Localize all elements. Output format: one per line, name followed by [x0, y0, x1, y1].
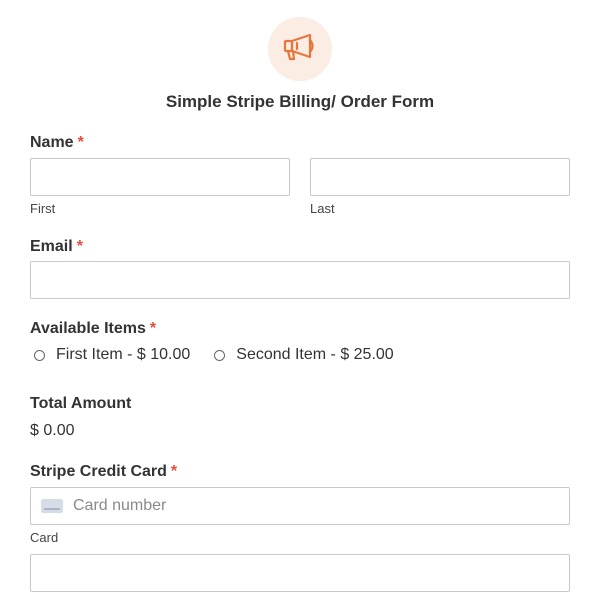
- required-marker: *: [149, 320, 157, 337]
- megaphone-icon: [282, 32, 318, 67]
- first-item-option[interactable]: First Item - $ 10.00: [34, 346, 190, 364]
- first-name-input[interactable]: [30, 158, 290, 196]
- second-item-option[interactable]: Second Item - $ 25.00: [214, 346, 394, 364]
- card-number-input[interactable]: Card number: [30, 487, 570, 525]
- first-item-label: First Item - $ 10.00: [56, 346, 191, 363]
- available-items-radio-group: First Item - $ 10.00 Second Item - $ 25.…: [30, 346, 394, 364]
- email-input[interactable]: [30, 261, 570, 299]
- card-number-placeholder: Card number: [73, 497, 167, 514]
- credit-card-icon: [41, 499, 63, 513]
- name-label: Name *: [30, 134, 84, 152]
- total-amount-label: Total Amount: [30, 395, 132, 412]
- available-items-label-text: Available Items: [30, 320, 146, 337]
- name-label-text: Name: [30, 134, 74, 151]
- first-name-sublabel: First: [30, 201, 56, 216]
- first-item-radio[interactable]: [34, 349, 45, 361]
- email-label-text: Email: [30, 238, 73, 255]
- cardholder-name-input[interactable]: [30, 554, 570, 592]
- total-amount-value: $ 0.00: [30, 422, 75, 439]
- card-sublabel: Card: [30, 530, 59, 545]
- second-item-radio[interactable]: [214, 349, 226, 361]
- required-marker: *: [170, 463, 178, 480]
- available-items-label: Available Items *: [30, 320, 156, 338]
- stripe-card-label-text: Stripe Credit Card: [30, 463, 167, 480]
- required-marker: *: [76, 238, 83, 255]
- required-marker: *: [77, 134, 84, 151]
- form-header-icon-badge: [268, 17, 332, 81]
- stripe-card-label: Stripe Credit Card *: [30, 463, 177, 481]
- second-item-label: Second Item - $ 25.00: [236, 346, 394, 363]
- last-name-input[interactable]: [310, 158, 570, 196]
- last-name-sublabel: Last: [310, 201, 335, 216]
- form-title: Simple Stripe Billing/ Order Form: [165, 92, 435, 111]
- email-label: Email *: [30, 238, 83, 256]
